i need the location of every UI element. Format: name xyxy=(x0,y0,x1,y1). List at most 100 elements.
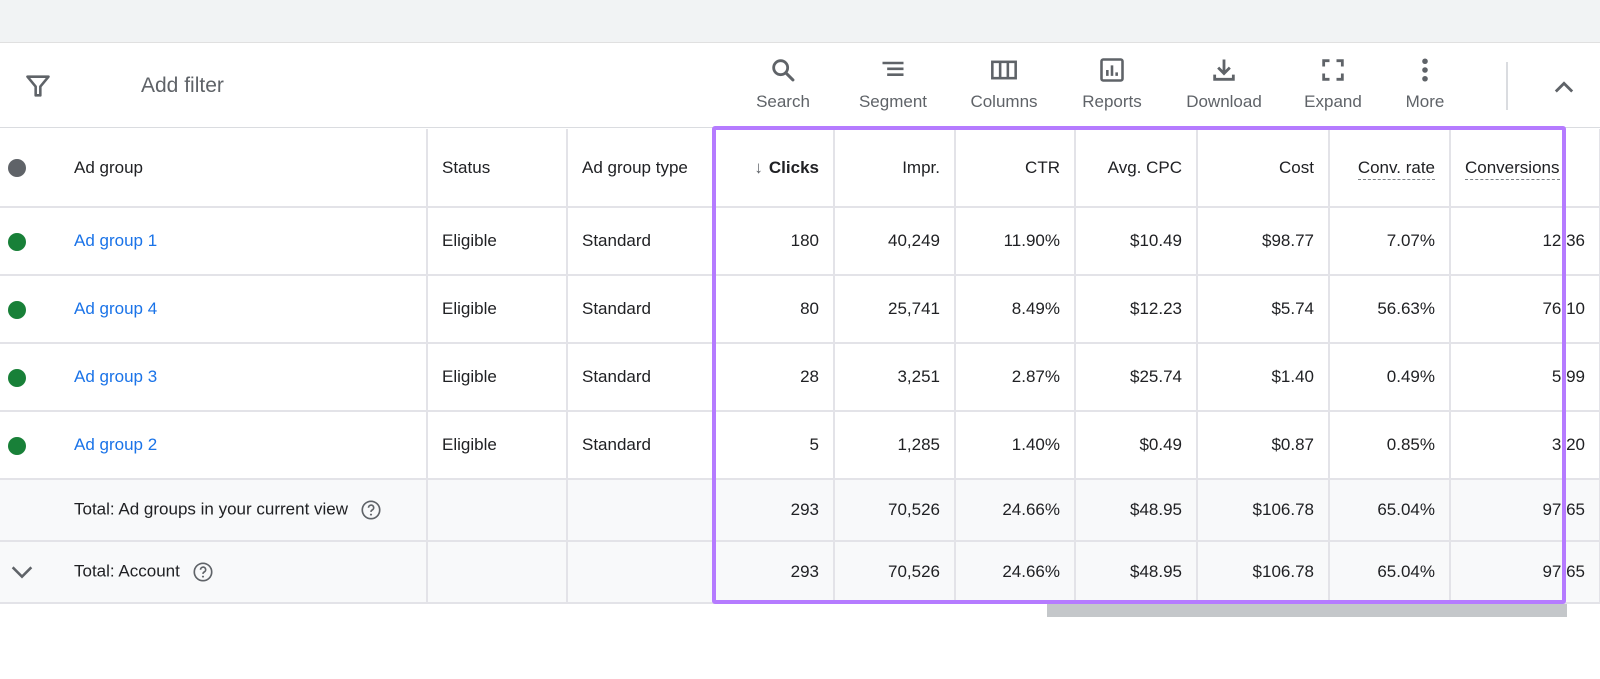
total-conversions-cell: 97.65 xyxy=(1450,541,1600,604)
table-row: Ad group 2 Eligible Standard 5 1,285 1.40% $0.… xyxy=(0,411,1600,480)
chevron-up-icon[interactable] xyxy=(1550,74,1578,102)
eligible-status-dot-icon xyxy=(8,300,26,319)
impr-cell: 3,251 xyxy=(834,343,956,412)
col-clicks[interactable]: ↓ Clicks xyxy=(713,129,835,208)
total-ctr-cell: 24.66% xyxy=(955,541,1076,604)
ad-group-cell: Ad group 4 xyxy=(64,275,428,344)
total-avg-cpc-cell: $48.95 xyxy=(1075,479,1198,542)
status-header[interactable] xyxy=(0,129,64,208)
download-button[interactable]: Download xyxy=(1169,56,1279,112)
status-cell-text: Eligible xyxy=(427,411,568,480)
total-ctr-cell: 24.66% xyxy=(955,479,1076,542)
col-clicks-label: Clicks xyxy=(768,157,819,177)
download-label: Download xyxy=(1186,92,1262,111)
table-row: Ad group 1 Eligible Standard 180 40,249 11.90… xyxy=(0,207,1600,276)
segment-button[interactable]: Segment xyxy=(838,56,948,112)
ad-group-type-cell: Standard xyxy=(567,275,714,344)
avg-cpc-cell: $10.49 xyxy=(1075,207,1198,276)
col-conversions-label: Conversions xyxy=(1465,157,1560,180)
cost-cell: $0.87 xyxy=(1197,411,1330,480)
status-cell xyxy=(0,343,64,412)
more-button[interactable]: More xyxy=(1370,56,1480,112)
conv-rate-cell: 0.49% xyxy=(1329,343,1451,412)
impr-cell: 40,249 xyxy=(834,207,956,276)
more-vert-icon xyxy=(1422,58,1428,82)
status-cell xyxy=(0,207,64,276)
table-row: Ad group 4 Eligible Standard 80 25,741 8.49% $… xyxy=(0,275,1600,344)
clicks-cell: 80 xyxy=(713,275,835,344)
conv-rate-cell: 56.63% xyxy=(1329,275,1451,344)
ctr-cell: 11.90% xyxy=(955,207,1076,276)
ad-group-type-cell: Standard xyxy=(567,207,714,276)
segment-label: Segment xyxy=(858,92,928,111)
table-row: Ad group 3 Eligible Standard 28 3,251 2.87% $2… xyxy=(0,343,1600,412)
status-dot-icon xyxy=(8,159,26,178)
col-status[interactable]: Status xyxy=(427,129,568,208)
help-icon[interactable] xyxy=(192,561,214,583)
columns-icon xyxy=(991,60,1017,80)
search-button[interactable]: Search xyxy=(728,56,838,112)
download-icon xyxy=(1213,59,1235,81)
ad-group-link[interactable]: Ad group 4 xyxy=(74,299,157,318)
cost-cell: $1.40 xyxy=(1197,343,1330,412)
avg-cpc-cell: $0.49 xyxy=(1075,411,1198,480)
total-toggle-cell xyxy=(0,479,64,542)
eligible-status-dot-icon xyxy=(8,232,26,251)
col-ctr[interactable]: CTR xyxy=(955,129,1076,208)
col-avg-cpc[interactable]: Avg. CPC xyxy=(1075,129,1198,208)
col-conversions[interactable]: Conversions xyxy=(1450,129,1600,208)
help-icon[interactable] xyxy=(360,499,382,521)
ad-group-type-cell: Standard xyxy=(567,411,714,480)
horizontal-scrollbar[interactable] xyxy=(1047,604,1567,617)
total-toggle-cell xyxy=(0,541,64,604)
columns-button[interactable]: Columns xyxy=(949,56,1059,112)
search-icon xyxy=(772,59,795,82)
chevron-down-icon[interactable] xyxy=(8,558,36,586)
col-ad-group[interactable]: Ad group xyxy=(64,129,428,208)
conversions-cell: 12.36 xyxy=(1450,207,1600,276)
ad-group-link[interactable]: Ad group 3 xyxy=(74,367,157,386)
total-label: Total: Ad groups in your current view xyxy=(74,499,349,519)
total-label: Total: Account xyxy=(74,561,180,581)
col-conv-rate[interactable]: Conv. rate xyxy=(1329,129,1451,208)
impr-cell: 1,285 xyxy=(834,411,956,480)
conversions-cell: 5.99 xyxy=(1450,343,1600,412)
conv-rate-cell: 0.85% xyxy=(1329,411,1451,480)
total-cost-cell: $106.78 xyxy=(1197,479,1330,542)
clicks-cell: 28 xyxy=(713,343,835,412)
col-impr[interactable]: Impr. xyxy=(834,129,956,208)
status-cell xyxy=(0,275,64,344)
total-cost-cell: $106.78 xyxy=(1197,541,1330,604)
conv-rate-cell: 7.07% xyxy=(1329,207,1451,276)
total-empty-cell xyxy=(567,541,714,604)
impr-cell: 25,741 xyxy=(834,275,956,344)
toolbar-divider xyxy=(1506,62,1508,110)
total-clicks-cell: 293 xyxy=(713,541,835,604)
conversions-cell: 3.20 xyxy=(1450,411,1600,480)
status-cell-text: Eligible xyxy=(427,343,568,412)
filter-icon[interactable] xyxy=(24,72,52,100)
col-conv-rate-label: Conv. rate xyxy=(1357,157,1435,180)
cost-cell: $98.77 xyxy=(1197,207,1330,276)
total-label-cell: Total: Ad groups in your current view xyxy=(64,479,428,542)
table-toolbar: Add filter Search Segment Columns Report… xyxy=(0,44,1600,128)
ad-group-link[interactable]: Ad group 1 xyxy=(74,231,157,250)
reports-button[interactable]: Reports xyxy=(1057,56,1167,112)
total-conversions-cell: 97.65 xyxy=(1450,479,1600,542)
ad-group-link[interactable]: Ad group 2 xyxy=(74,435,157,454)
ctr-cell: 8.49% xyxy=(955,275,1076,344)
avg-cpc-cell: $12.23 xyxy=(1075,275,1198,344)
expand-icon xyxy=(1322,59,1344,81)
ctr-cell: 2.87% xyxy=(955,343,1076,412)
ad-groups-table: Ad group Status Ad group type ↓ Clicks Im… xyxy=(0,129,1600,604)
total-empty-cell xyxy=(427,541,568,604)
clicks-cell: 180 xyxy=(713,207,835,276)
col-ad-group-type[interactable]: Ad group type xyxy=(567,129,714,208)
col-cost[interactable]: Cost xyxy=(1197,129,1330,208)
status-cell-text: Eligible xyxy=(427,207,568,276)
ad-group-cell: Ad group 1 xyxy=(64,207,428,276)
ctr-cell: 1.40% xyxy=(955,411,1076,480)
total-conv-rate-cell: 65.04% xyxy=(1329,479,1451,542)
header-row: Ad group Status Ad group type ↓ Clicks Im… xyxy=(0,129,1600,208)
add-filter-button[interactable]: Add filter xyxy=(141,74,224,98)
